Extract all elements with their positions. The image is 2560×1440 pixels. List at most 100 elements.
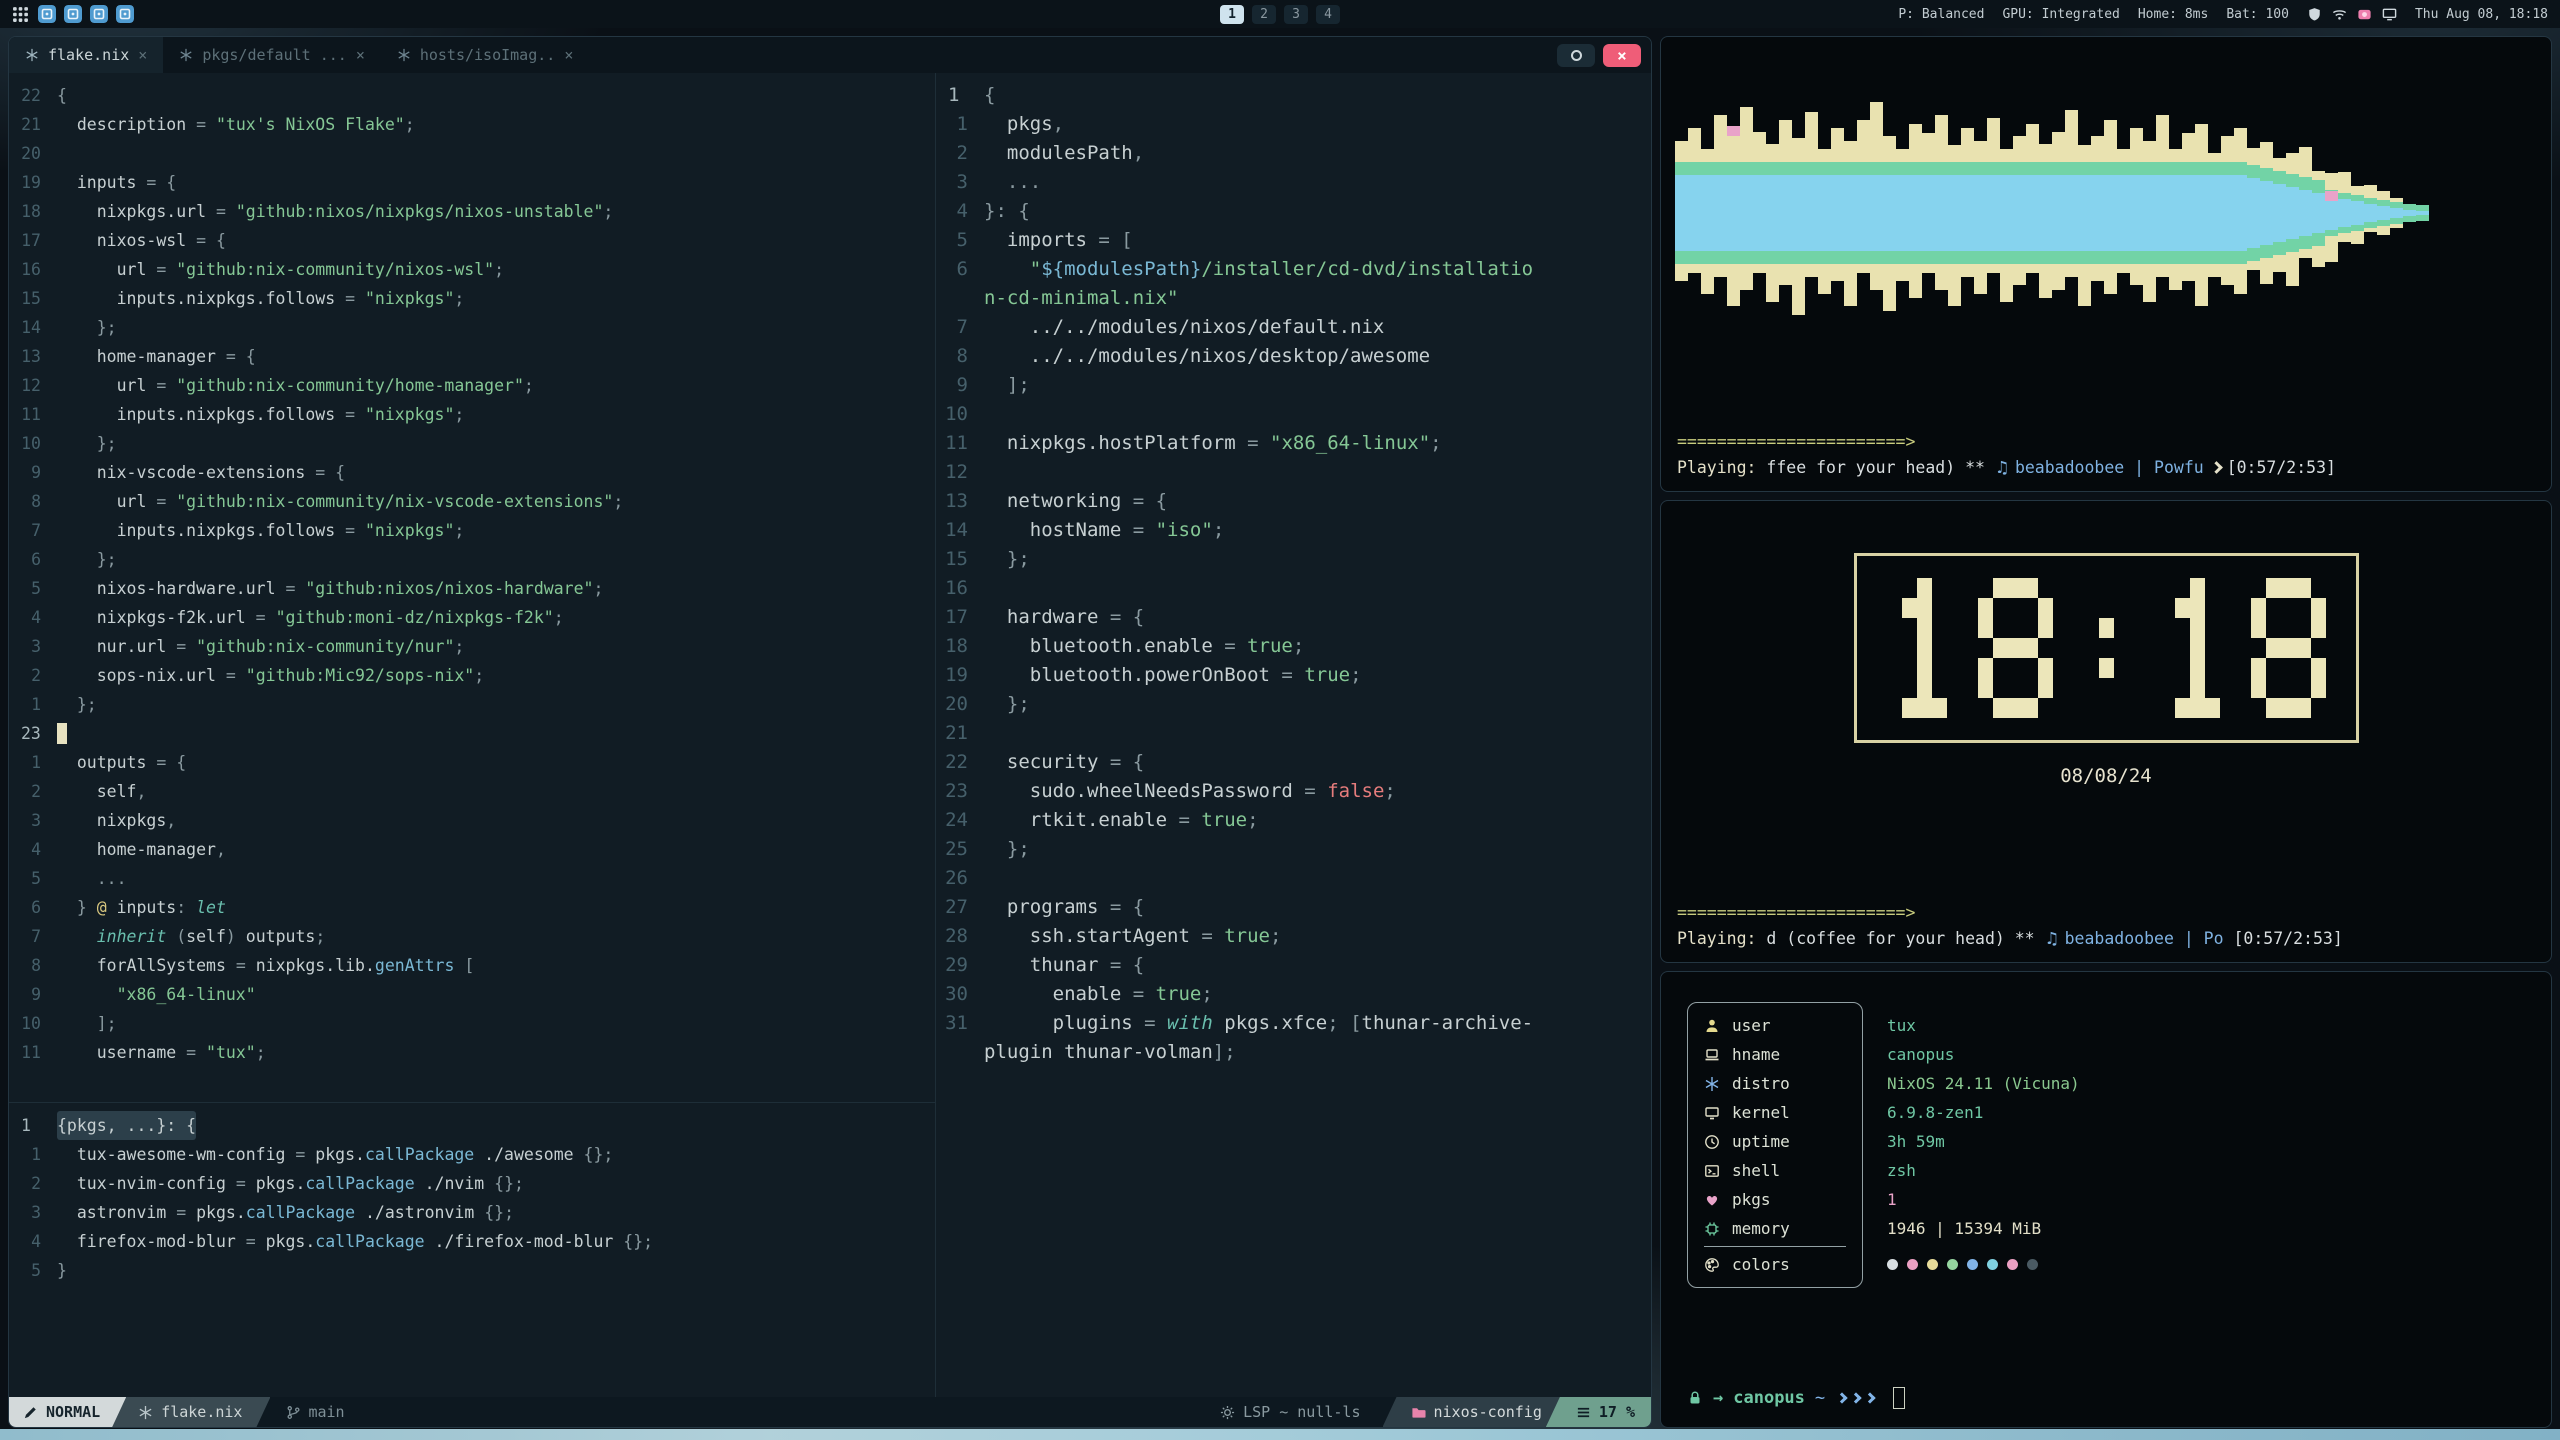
gear-icon: [1220, 1405, 1235, 1420]
status-segment-2: Home: 8ms: [2138, 7, 2208, 22]
sysinfo-label: shell: [1732, 1161, 1780, 1180]
code-line: 11 nixpkgs.hostPlatform = "x86_64-linux"…: [936, 429, 1651, 458]
code-line: 18 bluetooth.enable = true;: [936, 632, 1651, 661]
editor-pane-iso-image[interactable]: 1{1 pkgs,2 modulesPath,3 ...4}: {5 impor…: [936, 73, 1651, 1397]
sysinfo-row-user: user: [1704, 1011, 1846, 1040]
color-dot: [1967, 1259, 1978, 1270]
heart-icon: [1704, 1192, 1720, 1208]
now-playing: Playing: ffee for your head) ** ♫ beabad…: [1677, 458, 2535, 477]
code-line: 9 ];: [936, 371, 1651, 400]
pinned-app-4-icon[interactable]: [116, 5, 134, 23]
code-line: 23 sudo.wheelNeedsPassword = false;: [936, 777, 1651, 806]
code-line: 2 modulesPath,: [936, 139, 1651, 168]
topbar: 1234 P: BalancedGPU: IntegratedHome: 8ms…: [0, 0, 2560, 28]
sysinfo-label: pkgs: [1732, 1190, 1771, 1209]
code-line: 13 home-manager = {: [9, 342, 935, 371]
code-line: 7 inherit (self) outputs;: [9, 922, 935, 951]
code-line: 1 };: [9, 690, 935, 719]
pen-icon: [23, 1405, 38, 1420]
sysinfo-value-uptime: 3h 59m: [1887, 1132, 1945, 1151]
pinned-app-3-icon[interactable]: [90, 5, 108, 23]
sysinfo-label: memory: [1732, 1219, 1790, 1238]
tab-close-icon[interactable]: ×: [564, 46, 573, 64]
terminal-prompt[interactable]: → canopus ~: [1661, 1387, 2551, 1427]
color-dot: [2027, 1259, 2038, 1270]
git-branch-icon: [286, 1405, 301, 1420]
pinned-app-2-icon[interactable]: [64, 5, 82, 23]
theme-toggle-button[interactable]: [1557, 44, 1595, 67]
tag-1[interactable]: 1: [1220, 5, 1244, 24]
sysinfo-row-memory: memory: [1704, 1214, 1846, 1243]
sysinfo-row-colors: colors: [1704, 1250, 1846, 1279]
code-line: 13 networking = {: [936, 487, 1651, 516]
project-name-text: nixos-config: [1434, 1403, 1542, 1421]
clock-icon: [1704, 1134, 1720, 1150]
fetch-terminal-window: userhnamedistrokerneluptimeshellpkgsmemo…: [1660, 971, 2552, 1428]
shield-icon[interactable]: [2307, 7, 2322, 22]
laptop-icon: [1704, 1047, 1720, 1063]
git-branch[interactable]: main: [286, 1397, 344, 1427]
code-line: 16 url = "github:nix-community/nixos-wsl…: [9, 255, 935, 284]
tab-hosts-isoimag-[interactable]: hosts/isoImag..×: [381, 37, 590, 73]
code-line: 3 astronvim = pkgs.callPackage ./astronv…: [9, 1198, 935, 1227]
code-line: 10 };: [9, 429, 935, 458]
color-dot: [1887, 1259, 1898, 1270]
sysinfo-value-distro: NixOS 24.11 (Vicuna): [1887, 1074, 2080, 1093]
record-icon[interactable]: [2357, 7, 2372, 22]
cwd-text: ~: [1815, 1388, 1825, 1408]
code-line: 5 ...: [9, 864, 935, 893]
code-line: 16: [936, 574, 1651, 603]
pinned-app-1-icon[interactable]: [38, 5, 56, 23]
editor-pane-pkgs-default[interactable]: 1{pkgs, ...}: {1 tux-awesome-wm-config =…: [9, 1102, 935, 1397]
code-line: 3 ...: [936, 168, 1651, 197]
sysinfo-label: user: [1732, 1016, 1771, 1035]
tab-close-icon[interactable]: ×: [356, 46, 365, 64]
display-icon[interactable]: [2382, 7, 2397, 22]
tag-2[interactable]: 2: [1252, 5, 1276, 24]
code-line: 4 nixpkgs-f2k.url = "github:moni-dz/nixp…: [9, 603, 935, 632]
project-indicator[interactable]: nixos-config: [1383, 1397, 1562, 1427]
code-line: 6 };: [9, 545, 935, 574]
sysinfo-row-distro: distro: [1704, 1069, 1846, 1098]
color-dots: [1887, 1250, 2080, 1279]
clock-date: 08/08/24: [1661, 765, 2551, 787]
code-line: 6 "${modulesPath}/installer/cd-dvd/insta…: [936, 255, 1651, 284]
user-icon: [1704, 1018, 1720, 1034]
code-line: 19 bluetooth.powerOnBoot = true;: [936, 661, 1651, 690]
sysinfo-box: userhnamedistrokerneluptimeshellpkgsmemo…: [1687, 1002, 1863, 1288]
datetime-text[interactable]: Thu Aug 08, 18:18: [2415, 7, 2548, 22]
tab-flake-nix[interactable]: flake.nix×: [9, 37, 163, 73]
color-dot: [1907, 1259, 1918, 1270]
app-launcher-icon[interactable]: [12, 6, 29, 23]
tag-4[interactable]: 4: [1316, 5, 1340, 24]
editor-pane-flake[interactable]: 22{21 description = "tux's NixOS Flake";…: [9, 73, 935, 1102]
editor-tabbar: flake.nix×pkgs/default ...×hosts/isoImag…: [9, 37, 1651, 73]
code-line: 25 };: [936, 835, 1651, 864]
terminal-cursor[interactable]: [1893, 1387, 1905, 1409]
code-line: n-cd-minimal.nix": [936, 284, 1651, 313]
folder-icon: [1411, 1405, 1426, 1420]
tag-3[interactable]: 3: [1284, 5, 1308, 24]
code-line: 4 firefox-mod-blur = pkgs.callPackage ./…: [9, 1227, 935, 1256]
code-line: 7 ../../modules/nixos/default.nix: [936, 313, 1651, 342]
code-line: 29 thunar = {: [936, 951, 1651, 980]
tab-pkgs-default-[interactable]: pkgs/default ...×: [163, 37, 381, 73]
now-playing: Playing: d (coffee for your head) ** ♫ b…: [1677, 929, 2535, 948]
sysinfo-label: distro: [1732, 1074, 1790, 1093]
file-name-text: flake.nix: [161, 1403, 242, 1421]
window-close-button[interactable]: ×: [1603, 44, 1641, 67]
sysinfo-row-hname: hname: [1704, 1040, 1846, 1069]
sysinfo-values: tuxcanopusNixOS 24.11 (Vicuna)6.9.8-zen1…: [1887, 1002, 2080, 1288]
code-line: 3 nixpkgs,: [9, 806, 935, 835]
code-line: 2 sops-nix.url = "github:Mic92/sops-nix"…: [9, 661, 935, 690]
code-line: 14 };: [9, 313, 935, 342]
tab-close-icon[interactable]: ×: [138, 46, 147, 64]
code-line: 11 username = "tux";: [9, 1038, 935, 1067]
code-line: 5 imports = [: [936, 226, 1651, 255]
wifi-icon[interactable]: [2332, 7, 2347, 22]
status-segment-3: Bat: 100: [2226, 7, 2289, 22]
nix-snowflake-icon: [138, 1405, 153, 1420]
code-line: 3 nur.url = "github:nix-community/nur";: [9, 632, 935, 661]
sysinfo-value-pkgs: 1: [1887, 1190, 1897, 1209]
code-line: 24 rtkit.enable = true;: [936, 806, 1651, 835]
